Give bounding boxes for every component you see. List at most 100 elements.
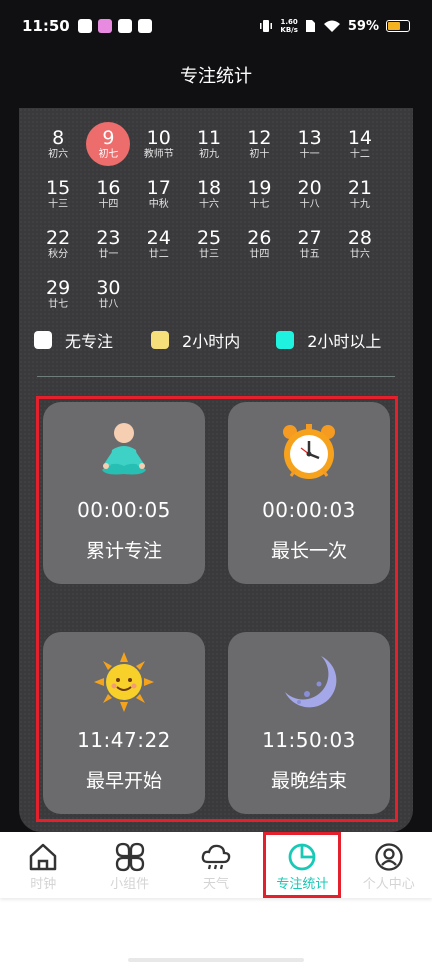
- calendar-day-today[interactable]: 9 初七: [86, 122, 131, 166]
- calendar-day-lunar: 十一: [299, 148, 320, 160]
- calendar-day-lunar: 十二: [349, 148, 370, 160]
- calendar-day-number: 22: [46, 226, 71, 249]
- nav-label: 时钟: [30, 877, 57, 892]
- calendar-day-lunar: 廿四: [249, 248, 270, 260]
- mail-icon: [117, 19, 132, 33]
- calendar-day[interactable]: 16 十四: [86, 172, 130, 216]
- legend-label: 2小时以上: [307, 332, 382, 351]
- app-notification-icon: [97, 19, 112, 33]
- calendar-day[interactable]: 14 十二: [338, 122, 382, 166]
- status-right: 1.60 KB/s 59%: [259, 18, 410, 34]
- calendar-day[interactable]: 19 十七: [237, 172, 281, 216]
- battery-percent: 59%: [347, 18, 379, 34]
- weather-icon: [201, 844, 231, 870]
- total-focus-card[interactable]: 00:00:05 累计专注: [43, 402, 205, 584]
- calendar-day-lunar: 十四: [98, 198, 119, 210]
- calendar-day[interactable]: 29 廿七: [36, 272, 80, 316]
- wifi-icon: [323, 20, 340, 32]
- calendar-day[interactable]: 13 十一: [288, 122, 332, 166]
- calendar-day-number: 13: [297, 126, 322, 149]
- calendar-day-number: 25: [196, 226, 222, 249]
- nav-item-weather[interactable]: 天气: [173, 832, 259, 898]
- calendar-day[interactable]: 22 秋分: [36, 222, 80, 266]
- calendar-day-number: 16: [96, 176, 121, 199]
- calendar-day-number: 29: [46, 276, 71, 299]
- vibrate-icon: [260, 20, 273, 32]
- nav-item-widgets[interactable]: 小组件: [86, 832, 172, 898]
- nav-item-clock[interactable]: 时钟: [0, 832, 86, 898]
- calendar-day-number: 17: [146, 176, 171, 199]
- calendar-day[interactable]: 24 廿二: [137, 222, 181, 266]
- nav-item-profile[interactable]: 个人中心: [346, 832, 432, 898]
- home-icon: [29, 843, 57, 871]
- calendar-day-number: 15: [46, 176, 71, 199]
- calendar-day[interactable]: 12 初十: [237, 122, 281, 166]
- latest-end-label: 最晚结束: [270, 770, 347, 792]
- legend-swatch-white: [34, 331, 52, 349]
- longest-focus-card[interactable]: 00:00:03 最长一次: [228, 402, 390, 584]
- app-notification-icon: [137, 19, 152, 33]
- calendar-day[interactable]: 26 廿四: [237, 222, 281, 266]
- calendar-day[interactable]: 20 十八: [288, 172, 332, 216]
- total-focus-value: 00:00:05: [77, 498, 171, 522]
- calendar-day-lunar: 十九: [349, 198, 370, 210]
- calendar-day[interactable]: 17 中秋: [137, 172, 181, 216]
- legend-swatch-yellow: [151, 331, 170, 349]
- calendar-day[interactable]: 15 十三: [36, 172, 80, 216]
- bottom-nav: 时钟 小组件 天气 专注统计 个人中心: [0, 832, 432, 898]
- calendar-day-number: 8: [52, 126, 65, 149]
- calendar-day[interactable]: 30 廿八: [86, 272, 130, 316]
- calendar-day-lunar: 廿三: [199, 248, 220, 260]
- calendar-day[interactable]: 11 初九: [187, 122, 231, 166]
- calendar-day-number: 23: [96, 226, 121, 249]
- calendar-grid: 8 初六 9 初七 10 教师节 11 初九 12 初十 13 十一 14 十二 15 十三 16 十四 17 中秋 1…: [33, 122, 399, 316]
- battery-icon: [386, 20, 410, 32]
- earliest-start-card[interactable]: 11:47:22 最早开始: [43, 632, 205, 814]
- nav-label: 小组件: [110, 877, 150, 892]
- meditation-icon: [102, 423, 146, 475]
- calendar-day-lunar: 廿五: [299, 248, 320, 260]
- calendar-day-number: 26: [247, 226, 272, 249]
- calendar-day-number: 21: [347, 176, 373, 199]
- longest-focus-value: 00:00:03: [262, 498, 356, 522]
- calendar-day-lunar: 十八: [299, 198, 320, 210]
- calendar-day-number: 10: [146, 126, 171, 149]
- legend-label: 2小时内: [182, 332, 241, 351]
- home-indicator[interactable]: [128, 958, 304, 962]
- calendar-day-lunar: 初九: [199, 148, 220, 160]
- calendar-day-lunar: 十七: [249, 198, 270, 210]
- calendar-day-lunar: 初七: [98, 148, 119, 160]
- calendar-day[interactable]: 10 教师节: [137, 122, 181, 166]
- app-notification-icon: [77, 19, 92, 33]
- calendar-day-number: 9: [102, 126, 115, 149]
- earliest-start-value: 11:47:22: [77, 728, 171, 752]
- latest-end-card[interactable]: 11:50:03 最晚结束: [228, 632, 390, 814]
- calendar-day-lunar: 廿六: [349, 248, 370, 260]
- calendar-day-lunar: 十六: [199, 198, 220, 210]
- calendar-day[interactable]: 18 十六: [187, 172, 231, 216]
- calendar-day[interactable]: 27 廿五: [288, 222, 332, 266]
- sun-icon: [94, 652, 154, 712]
- calendar-day-lunar: 初十: [249, 148, 270, 160]
- calendar-day[interactable]: 25 廿三: [187, 222, 231, 266]
- alarm-clock-icon: [283, 424, 335, 479]
- status-time: 11:50: [22, 17, 70, 35]
- longest-focus-label: 最长一次: [270, 540, 347, 562]
- legend: 无专注 2小时内 2小时以上: [34, 328, 404, 352]
- calendar-day-lunar: 初六: [48, 148, 69, 160]
- calendar-day-lunar: 廿八: [98, 298, 119, 310]
- calendar-day-number: 14: [347, 126, 373, 149]
- calendar-day-number: 11: [196, 126, 222, 149]
- calendar-day-number: 30: [96, 276, 121, 299]
- calendar-day[interactable]: 21 十九: [338, 172, 382, 216]
- legend-item-under-2h: 2小时内: [151, 328, 240, 352]
- legend-swatch-cyan: [276, 331, 295, 349]
- earliest-start-label: 最早开始: [85, 770, 162, 792]
- user-icon: [375, 843, 403, 871]
- calendar-day[interactable]: 8 初六: [36, 122, 80, 166]
- calendar-day[interactable]: 23 廿一: [86, 222, 130, 266]
- nav-label: 个人中心: [362, 877, 415, 892]
- calendar-day-number: 12: [247, 126, 272, 149]
- calendar-day[interactable]: 28 廿六: [338, 222, 382, 266]
- nav-highlight-frame: [263, 832, 341, 898]
